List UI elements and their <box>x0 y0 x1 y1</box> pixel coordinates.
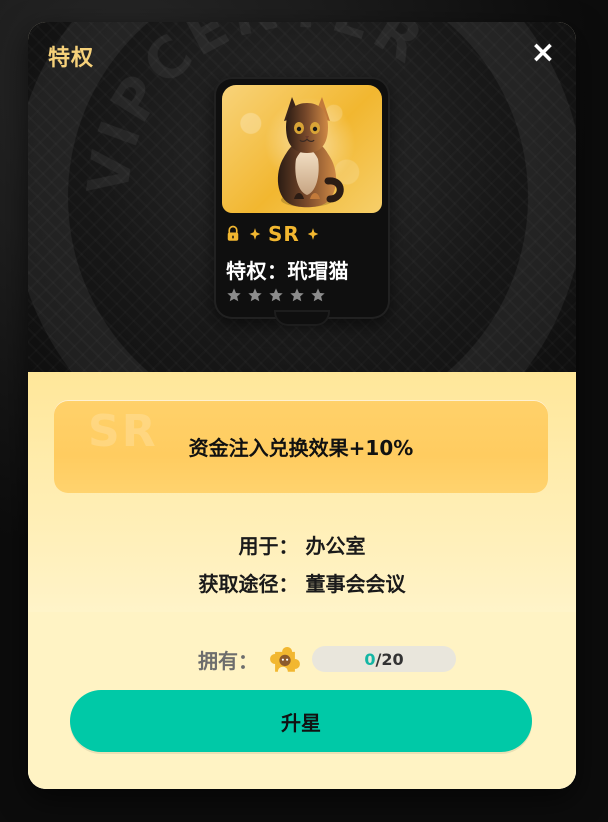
star-icon <box>269 288 283 302</box>
use-for-value: 办公室 <box>305 534 366 558</box>
star-icon <box>248 288 262 302</box>
star-icon <box>227 288 241 302</box>
star-icon <box>311 288 325 302</box>
ownership-and-action: 拥有： 0 / 20 升星 <box>28 612 576 789</box>
content-section: SR 资金注入兑换效果+10% 用于： 办公室 获取途径： 董事会会议 拥有： <box>28 372 576 789</box>
source-row: 获取途径： 董事会会议 <box>28 565 576 603</box>
ownership-row: 拥有： 0 / 20 <box>198 642 456 676</box>
lock-icon <box>227 225 239 241</box>
privilege-card: SR 特权：玳瑁猫 <box>214 77 390 326</box>
star-rating <box>226 287 326 303</box>
star-icon <box>290 288 304 302</box>
spark-icon <box>249 228 261 240</box>
rarity-badge: SR <box>268 222 300 246</box>
puzzle-piece-icon <box>270 646 300 672</box>
upgrade-star-button[interactable]: 升星 <box>70 690 532 752</box>
close-icon: × <box>530 35 556 70</box>
card-art <box>222 85 382 213</box>
spark-icon <box>307 228 319 240</box>
card-notch <box>274 310 330 326</box>
ownership-progress: 0 / 20 <box>312 646 456 672</box>
use-for-row: 用于： 办公室 <box>28 527 576 565</box>
details: 用于： 办公室 获取途径： 董事会会议 <box>28 527 576 603</box>
owned-count: 0 <box>364 649 376 669</box>
upgrade-button-label: 升星 <box>281 710 321 735</box>
cat-illustration <box>277 97 344 208</box>
modal-title: 特权 <box>48 46 95 71</box>
card-name: 特权：玳瑁猫 <box>226 259 349 283</box>
source-label: 获取途径： <box>198 572 299 596</box>
ownership-label: 拥有： <box>198 648 258 673</box>
required-count: 20 <box>381 649 404 669</box>
close-button[interactable]: × <box>526 36 560 70</box>
rarity-row: SR <box>224 217 384 251</box>
privilege-modal: VIPCENTER 特权 × SR 特权：玳瑁猫 SR 资金注入兑换效果+10%… <box>28 22 576 789</box>
effect-text: 资金注入兑换效果+10% <box>188 436 414 460</box>
source-value: 董事会会议 <box>305 572 406 596</box>
hero-section: VIPCENTER 特权 × SR 特权：玳瑁猫 <box>28 22 576 558</box>
effect-panel: SR 资金注入兑换效果+10% <box>54 400 548 493</box>
use-for-label: 用于： <box>238 534 299 558</box>
